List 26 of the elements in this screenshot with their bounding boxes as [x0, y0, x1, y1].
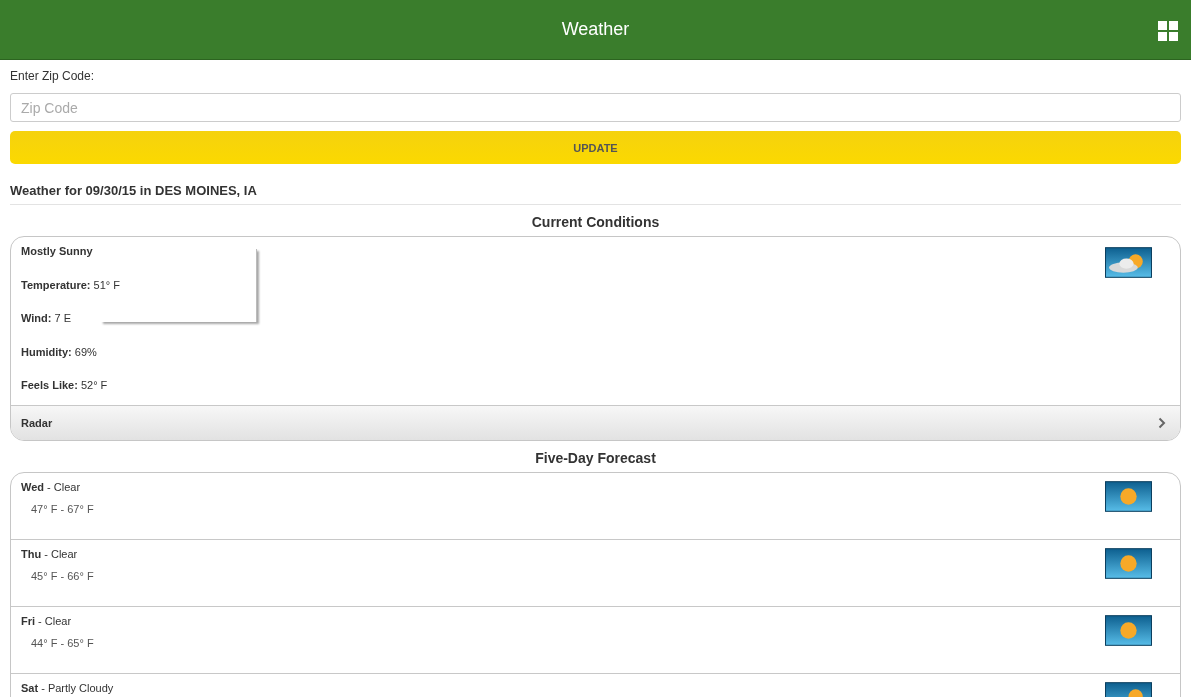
app-title: Weather [561, 19, 630, 40]
update-button[interactable]: UPDATE [10, 131, 1181, 164]
temperature-range: 44° F - 65° F [30, 637, 94, 650]
sun-icon [1105, 481, 1152, 512]
sun-icon [1105, 615, 1152, 646]
sun-cloud-icon [1105, 247, 1152, 278]
zip-label: Enter Zip Code: [10, 69, 96, 85]
condition-detail: Wind: 7 E [21, 312, 73, 326]
location-heading: Weather for 09/30/15 in DES MOINES, IA [10, 183, 258, 198]
grid-menu-icon[interactable] [1158, 21, 1178, 41]
zip-code-field[interactable]: Zip Code [10, 93, 1181, 122]
chevron-right-icon [1158, 417, 1166, 429]
forecast-day: Thu - Clear [21, 548, 94, 561]
temperature-range: 45° F - 66° F [30, 570, 94, 583]
condition-detail: Humidity: 69% [21, 345, 98, 360]
sun-icon [1105, 548, 1152, 579]
section-title: Five-Day Forecast [534, 449, 657, 468]
condition-detail: Feels Like: 52° F [21, 379, 109, 393]
condition-summary: Mostly Sunny [21, 245, 94, 259]
section-title: Current Conditions [530, 213, 661, 232]
forecast-day: Sat - Partly Cloudy [21, 682, 114, 695]
forecast-day: Wed - Clear [21, 481, 94, 494]
condition-detail: Temperature: 51° F [21, 278, 120, 293]
forecast-day: Fri - Clear [21, 615, 94, 628]
temperature-range: 47° F - 67° F [30, 503, 94, 516]
radar-row[interactable]: Radar [11, 405, 1180, 440]
